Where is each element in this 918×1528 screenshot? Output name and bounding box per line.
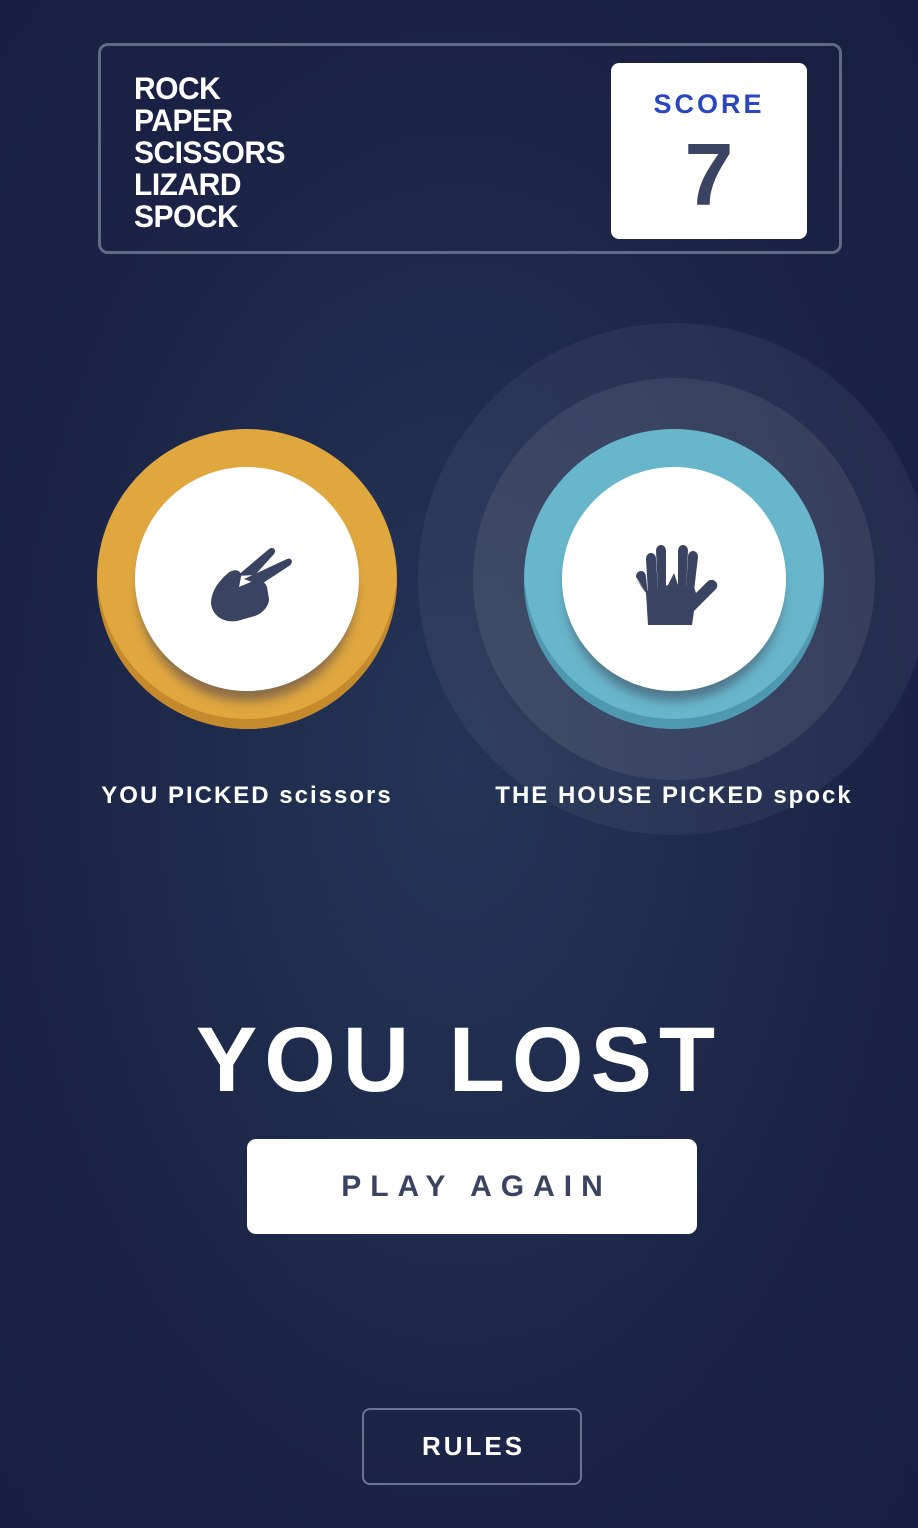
title-line-scissors: SCISSORS [134, 135, 286, 171]
scissors-hand-icon [211, 547, 292, 622]
title-line-lizard: LIZARD [134, 167, 241, 203]
house-pick-label: THE HOUSE PICKED spock [495, 782, 853, 809]
title-line-paper: PAPER [134, 103, 233, 139]
game-title: ROCK PAPER SCISSORS LIZARD SPOCK [134, 71, 286, 235]
result-heading: YOU LOST [195, 1009, 723, 1111]
score-label: SCORE [653, 89, 765, 119]
player-pick-token [97, 429, 397, 729]
title-line-spock: SPOCK [134, 199, 239, 235]
house-pick-face [562, 467, 786, 691]
score-value: 7 [684, 125, 734, 224]
score-box: SCORE 7 [611, 63, 807, 239]
spock-hand-icon [636, 545, 718, 625]
house-pick-token [524, 429, 824, 729]
player-pick-label: YOU PICKED scissors [101, 782, 393, 809]
title-line-rock: ROCK [134, 71, 221, 107]
scoreboard-header: ROCK PAPER SCISSORS LIZARD SPOCK SCORE 7 [98, 43, 842, 254]
rules-button[interactable]: RULES [362, 1408, 582, 1485]
play-again-button[interactable]: PLAY AGAIN [247, 1139, 697, 1234]
player-pick-face [135, 467, 359, 691]
